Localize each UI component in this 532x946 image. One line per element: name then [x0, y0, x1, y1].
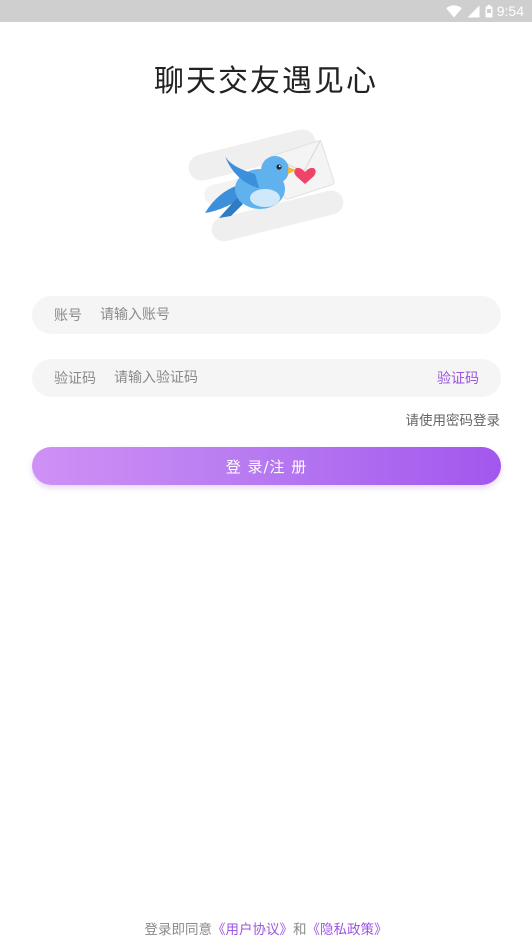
password-login-link[interactable]: 请使用密码登录: [406, 409, 501, 429]
verification-code-input[interactable]: [114, 370, 437, 386]
agreement-prefix: 登录即同意: [144, 922, 213, 938]
account-input[interactable]: [100, 307, 479, 323]
verification-code-field[interactable]: 验证码 验证码: [32, 359, 501, 397]
verification-code-label: 验证码: [54, 371, 96, 387]
battery-icon: [485, 4, 493, 18]
account-label: 账号: [54, 308, 82, 324]
hero-illustration: [185, 112, 350, 252]
agreement-conjunction: 和: [293, 922, 307, 938]
status-icons: [445, 4, 493, 18]
status-bar: 9:54: [0, 0, 532, 22]
agreement-text: 登录即同意《用户协议》和《隐私政策》: [0, 918, 532, 938]
page-title: 聊天交友遇见心: [154, 64, 378, 99]
user-agreement-link[interactable]: 《用户协议》: [212, 922, 293, 938]
get-code-button[interactable]: 验证码: [437, 368, 479, 388]
account-field[interactable]: 账号: [32, 296, 501, 334]
wifi-icon: [445, 4, 462, 18]
login-register-button[interactable]: 登 录/注 册: [32, 447, 501, 485]
signal-icon: [467, 5, 480, 18]
bird-letter-illustration: [188, 129, 344, 242]
status-time: 9:54: [496, 3, 524, 19]
privacy-policy-link[interactable]: 《隐私政策》: [307, 922, 388, 938]
